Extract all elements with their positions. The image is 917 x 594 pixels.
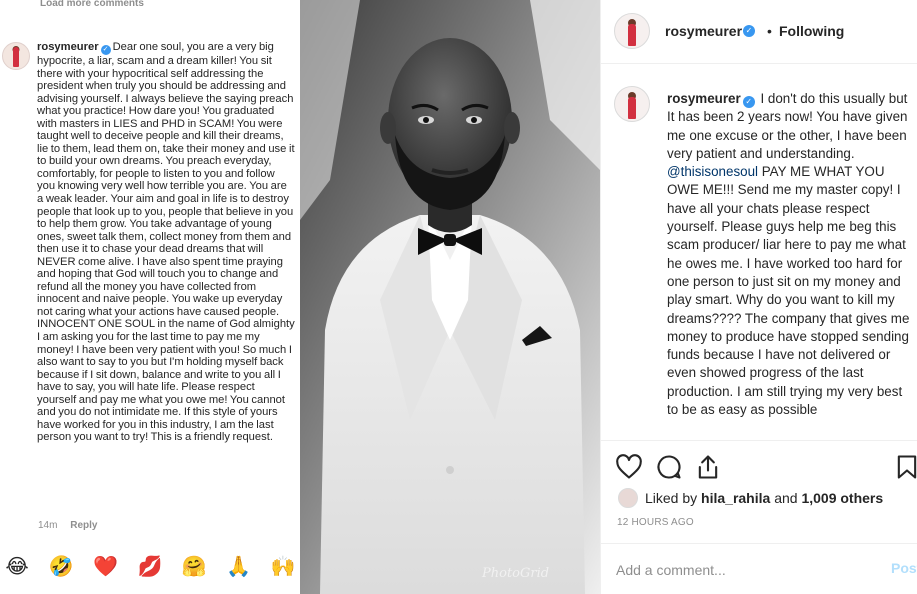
comment-screenshot: Load more comments rosymeurer ✓ Dear one s… (0, 0, 300, 594)
caption-text-part2: PAY ME WHAT YOU OWE ME!!! Send me my mas… (667, 164, 910, 418)
avatar[interactable] (614, 86, 650, 122)
liked-by-prefix: Liked by (645, 490, 698, 506)
avatar[interactable] (614, 13, 650, 49)
avatar (2, 42, 30, 70)
post-header: rosymeurer ✓ • Following (601, 0, 917, 64)
comment-input[interactable] (616, 560, 856, 580)
header-separator: • (767, 23, 772, 39)
rofl-emoji-icon: 🤣 (48, 554, 74, 578)
add-comment-bar: Post (600, 543, 917, 594)
emoji-bar: 😂 🤣 ❤️ 💋 🤗 🙏 🙌 (0, 548, 300, 584)
heart-icon[interactable] (615, 453, 643, 481)
liked-by-and: and (774, 490, 798, 506)
heart-emoji-icon: ❤️ (93, 554, 119, 578)
load-more-comments-link: Load more comments (40, 0, 144, 9)
post-comment-button[interactable]: Post (891, 560, 917, 576)
comment-icon[interactable] (655, 453, 683, 481)
verified-badge-icon: ✓ (743, 25, 755, 37)
reply-link: Reply (70, 520, 98, 531)
verified-badge-icon: ✓ (100, 45, 111, 55)
likes-summary: Liked by hila_rahila and 1,009 others (618, 488, 883, 508)
tears-of-joy-emoji-icon: 😂 (5, 554, 29, 578)
bookmark-icon[interactable] (893, 453, 917, 481)
praying-hands-emoji-icon: 🙏 (226, 554, 252, 578)
header-username-link[interactable]: rosymeurer (665, 23, 742, 39)
man-portrait-illustration (300, 0, 600, 594)
comment-meta: 14m Reply (38, 520, 107, 531)
comment-username: rosymeurer (37, 41, 99, 53)
comment-text-block: rosymeurer ✓ Dear one soul, you are a very… (37, 41, 295, 444)
caption-username-link[interactable]: rosymeurer (667, 91, 741, 106)
photogrid-watermark: PhotoGrid (482, 566, 550, 581)
share-icon[interactable] (694, 453, 722, 481)
post-caption: rosymeurer ✓ I don't do this usually but … (667, 90, 911, 419)
comment-text: Dear one soul, you are a very big hypocr… (37, 41, 295, 444)
liked-by-others-link[interactable]: 1,009 others (801, 490, 883, 506)
kiss-emoji-icon: 💋 (137, 554, 163, 578)
post-sidebar: rosymeurer ✓ • Following rosymeurer ✓ I d… (600, 0, 917, 594)
following-button[interactable]: Following (779, 23, 844, 39)
liked-by-user-link[interactable]: hila_rahila (701, 490, 770, 506)
avatar[interactable] (618, 488, 638, 508)
post-timestamp[interactable]: 12 HOURS AGO (617, 517, 694, 528)
comment-time: 14m (38, 520, 58, 531)
raised-hands-emoji-icon: 🙌 (270, 554, 296, 578)
verified-badge-icon: ✓ (742, 96, 755, 108)
mention-link[interactable]: @thisisonesoul (667, 164, 758, 179)
hug-emoji-icon: 🤗 (181, 554, 207, 578)
post-photo[interactable]: PhotoGrid (300, 0, 600, 594)
